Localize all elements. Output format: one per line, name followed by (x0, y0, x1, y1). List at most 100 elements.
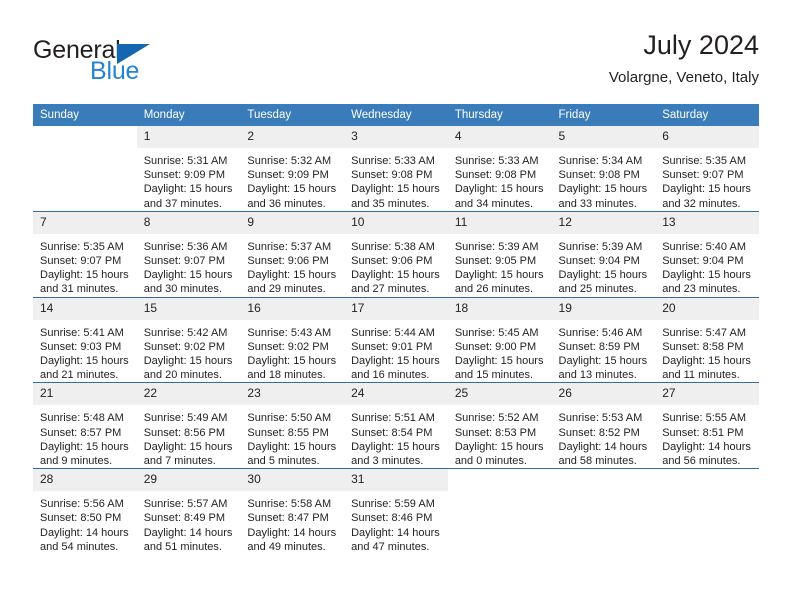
sunrise-text: Sunrise: 5:33 AM (454, 155, 539, 167)
calendar-day-cell[interactable]: 16 Sunrise: 5:43 AM Sunset: 9:02 PM Dayligh… (240, 296, 345, 383)
day-number: 11 (447, 211, 552, 234)
calendar-head: Sunday Monday Tuesday Wednesday Thursday… (33, 104, 759, 126)
calendar-day-cell-empty (447, 468, 552, 555)
daylight-text-line2: and 7 minutes. (143, 455, 216, 468)
calendar-day-cell[interactable]: 28 Sunrise: 5:56 AM Sunset: 8:50 PM Dayligh… (33, 468, 137, 555)
general-blue-logo: General Blue (33, 36, 213, 88)
sunset-text: Sunset: 8:59 PM (558, 340, 640, 353)
daylight-text-line1: Daylight: 14 hours (351, 526, 440, 539)
day-details: Sunrise: 5:35 AM Sunset: 9:07 PM Daylight:… (655, 148, 759, 211)
day-details: Sunrise: 5:33 AM Sunset: 9:08 PM Daylight:… (344, 148, 448, 211)
calendar-day-cell[interactable]: 26 Sunrise: 5:53 AM Sunset: 8:52 PM Dayligh… (551, 382, 656, 469)
calendar-day-cell[interactable]: 25 Sunrise: 5:52 AM Sunset: 8:53 PM Dayligh… (447, 382, 552, 469)
day-details: Sunrise: 5:45 AM Sunset: 9:00 PM Daylight:… (448, 320, 552, 383)
calendar-day-cell[interactable]: 5 Sunrise: 5:34 AM Sunset: 9:08 PM Daylight… (551, 126, 656, 212)
daylight-text-line2: and 27 minutes. (351, 283, 430, 296)
calendar-day-cell[interactable]: 24 Sunrise: 5:51 AM Sunset: 8:54 PM Dayligh… (344, 382, 448, 469)
weekday-header-tuesday: Tuesday (240, 104, 345, 126)
location-subtitle: Volargne, Veneto, Italy (608, 69, 759, 86)
day-number: 1 (136, 126, 241, 148)
calendar-day-cell[interactable]: 17 Sunrise: 5:44 AM Sunset: 9:01 PM Dayligh… (344, 296, 448, 383)
daylight-text-line1: Daylight: 15 hours (454, 355, 544, 368)
daylight-text-line2: and 9 minutes. (40, 455, 113, 468)
day-details: Sunrise: 5:46 AM Sunset: 8:59 PM Daylight:… (552, 320, 656, 383)
day-number: 31 (344, 469, 448, 492)
logo-text-blue: Blue (90, 57, 140, 85)
calendar-day-cell[interactable]: 22 Sunrise: 5:49 AM Sunset: 8:56 PM Dayligh… (136, 382, 241, 469)
day-details: Sunrise: 5:50 AM Sunset: 8:55 PM Daylight:… (240, 405, 344, 468)
sunrise-text: Sunrise: 5:33 AM (351, 155, 435, 167)
day-details: Sunrise: 5:57 AM Sunset: 8:49 PM Daylight:… (137, 491, 241, 554)
calendar-day-cell[interactable]: 27 Sunrise: 5:55 AM Sunset: 8:51 PM Dayligh… (655, 382, 759, 469)
day-details: Sunrise: 5:42 AM Sunset: 9:02 PM Daylight:… (137, 320, 241, 383)
sunset-text: Sunset: 9:06 PM (351, 255, 433, 268)
day-details: Sunrise: 5:48 AM Sunset: 8:57 PM Daylight:… (33, 405, 137, 468)
calendar-day-cell[interactable]: 15 Sunrise: 5:42 AM Sunset: 9:02 PM Dayligh… (136, 296, 241, 383)
calendar-day-cell[interactable]: 23 Sunrise: 5:50 AM Sunset: 8:55 PM Dayligh… (240, 382, 345, 469)
weekday-header-friday: Friday (551, 104, 656, 126)
calendar-day-cell[interactable]: 13 Sunrise: 5:40 AM Sunset: 9:04 PM Dayligh… (655, 210, 759, 298)
calendar-day-cell[interactable]: 8 Sunrise: 5:36 AM Sunset: 9:07 PM Daylight… (136, 210, 241, 298)
sunset-text: Sunset: 9:07 PM (662, 169, 744, 182)
sunset-text: Sunset: 8:56 PM (143, 426, 226, 439)
day-number: 21 (33, 383, 137, 406)
day-number: 26 (551, 383, 656, 406)
daylight-text-line1: Daylight: 15 hours (351, 355, 440, 368)
sunrise-text: Sunrise: 5:32 AM (247, 155, 332, 167)
calendar-day-cell-empty (33, 126, 137, 212)
sunrise-text: Sunrise: 5:31 AM (143, 155, 228, 167)
daylight-text-line2: and 36 minutes. (247, 197, 326, 210)
daylight-text-line2: and 26 minutes. (454, 283, 534, 296)
calendar-day-cell[interactable]: 18 Sunrise: 5:45 AM Sunset: 9:00 PM Dayligh… (447, 296, 552, 383)
sunrise-text: Sunrise: 5:59 AM (351, 498, 435, 511)
calendar-day-cell[interactable]: 9 Sunrise: 5:37 AM Sunset: 9:06 PM Daylight… (240, 210, 345, 298)
calendar-day-cell[interactable]: 12 Sunrise: 5:39 AM Sunset: 9:04 PM Dayligh… (551, 210, 656, 298)
calendar-day-cell[interactable]: 10 Sunrise: 5:38 AM Sunset: 9:06 PM Dayligh… (344, 210, 448, 298)
calendar-day-cell[interactable]: 1 Sunrise: 5:31 AM Sunset: 9:09 PM Daylight… (136, 126, 241, 212)
day-details: Sunrise: 5:38 AM Sunset: 9:06 PM Daylight:… (344, 234, 448, 297)
day-details: Sunrise: 5:41 AM Sunset: 9:03 PM Daylight:… (33, 320, 137, 383)
sunset-text: Sunset: 8:58 PM (662, 340, 744, 353)
weekday-header-saturday: Saturday (655, 104, 759, 126)
day-details: Sunrise: 5:32 AM Sunset: 9:09 PM Daylight:… (240, 148, 344, 211)
calendar-day-cell[interactable]: 4 Sunrise: 5:33 AM Sunset: 9:08 PM Daylight… (447, 126, 552, 212)
calendar-day-cell[interactable]: 7 Sunrise: 5:35 AM Sunset: 9:07 PM Daylight… (33, 210, 137, 298)
calendar-day-cell[interactable]: 29 Sunrise: 5:57 AM Sunset: 8:49 PM Dayligh… (136, 468, 241, 555)
sunset-text: Sunset: 8:50 PM (40, 512, 122, 525)
calendar-day-cell[interactable]: 2 Sunrise: 5:32 AM Sunset: 9:09 PM Daylight… (240, 126, 345, 212)
day-number: 17 (344, 297, 448, 320)
day-number: 3 (344, 126, 448, 148)
calendar-day-cell[interactable]: 11 Sunrise: 5:39 AM Sunset: 9:05 PM Dayligh… (447, 210, 552, 298)
daylight-text-line1: Daylight: 15 hours (247, 355, 337, 368)
daylight-text-line1: Daylight: 15 hours (143, 440, 233, 453)
sunset-text: Sunset: 9:08 PM (454, 169, 537, 182)
daylight-text-line2: and 15 minutes. (454, 369, 534, 382)
daylight-text-line2: and 16 minutes. (351, 369, 430, 382)
calendar-day-cell[interactable]: 14 Sunrise: 5:41 AM Sunset: 9:03 PM Dayligh… (33, 296, 137, 383)
sunrise-text: Sunrise: 5:52 AM (454, 412, 539, 425)
calendar-day-cell[interactable]: 31 Sunrise: 5:59 AM Sunset: 8:46 PM Dayligh… (344, 468, 448, 555)
daylight-text-line2: and 5 minutes. (247, 455, 320, 468)
calendar-week-row: 21 Sunrise: 5:48 AM Sunset: 8:57 PM Dayligh… (33, 382, 759, 469)
day-number: 7 (33, 211, 137, 234)
sunrise-text: Sunrise: 5:51 AM (351, 412, 435, 425)
day-number: 8 (136, 211, 241, 234)
calendar-day-cell[interactable]: 20 Sunrise: 5:47 AM Sunset: 8:58 PM Dayligh… (655, 296, 759, 383)
sunset-text: Sunset: 8:52 PM (558, 426, 640, 439)
calendar-day-cell[interactable]: 30 Sunrise: 5:58 AM Sunset: 8:47 PM Dayligh… (240, 468, 345, 555)
daylight-text-line1: Daylight: 14 hours (40, 526, 129, 539)
calendar-day-cell[interactable]: 3 Sunrise: 5:33 AM Sunset: 9:08 PM Daylight… (344, 126, 448, 212)
sunrise-text: Sunrise: 5:49 AM (143, 412, 228, 425)
day-details: Sunrise: 5:33 AM Sunset: 9:08 PM Daylight:… (448, 148, 552, 211)
sunset-text: Sunset: 9:05 PM (454, 255, 537, 268)
day-number: 2 (240, 126, 345, 148)
calendar-day-cell[interactable]: 21 Sunrise: 5:48 AM Sunset: 8:57 PM Dayligh… (33, 382, 137, 469)
calendar-day-cell[interactable]: 19 Sunrise: 5:46 AM Sunset: 8:59 PM Dayligh… (551, 296, 656, 383)
calendar-day-cell[interactable]: 6 Sunrise: 5:35 AM Sunset: 9:07 PM Daylight… (655, 126, 759, 212)
sunset-text: Sunset: 9:08 PM (558, 169, 640, 182)
day-details: Sunrise: 5:40 AM Sunset: 9:04 PM Daylight:… (655, 234, 759, 297)
weekday-header-row: Sunday Monday Tuesday Wednesday Thursday… (33, 104, 759, 126)
daylight-text-line1: Daylight: 15 hours (143, 355, 233, 368)
sunset-text: Sunset: 9:02 PM (143, 340, 226, 353)
daylight-text-line1: Daylight: 15 hours (558, 355, 648, 368)
